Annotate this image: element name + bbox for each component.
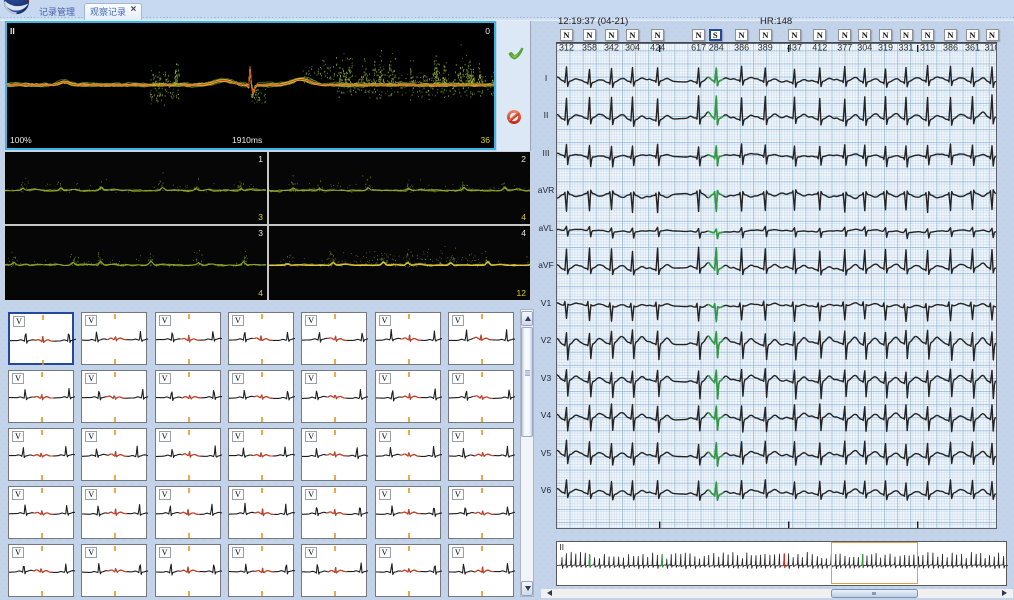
svg-text:386: 386 bbox=[734, 42, 749, 52]
svg-text:304: 304 bbox=[857, 42, 872, 52]
svg-text:342: 342 bbox=[604, 42, 619, 52]
svg-text:319: 319 bbox=[878, 42, 893, 52]
svg-text:377: 377 bbox=[837, 42, 852, 52]
svg-text:331: 331 bbox=[898, 42, 913, 52]
svg-text:389: 389 bbox=[758, 42, 773, 52]
svg-text:361: 361 bbox=[965, 42, 980, 52]
svg-text:310: 310 bbox=[984, 42, 997, 52]
svg-text:304: 304 bbox=[625, 42, 640, 52]
svg-text:412: 412 bbox=[812, 42, 827, 52]
svg-text:358: 358 bbox=[582, 42, 597, 52]
svg-text:319: 319 bbox=[920, 42, 935, 52]
svg-text:617: 617 bbox=[691, 42, 706, 52]
svg-text:386: 386 bbox=[943, 42, 958, 52]
svg-text:284: 284 bbox=[709, 42, 724, 52]
svg-text:424: 424 bbox=[650, 42, 665, 52]
svg-text:312: 312 bbox=[559, 42, 574, 52]
